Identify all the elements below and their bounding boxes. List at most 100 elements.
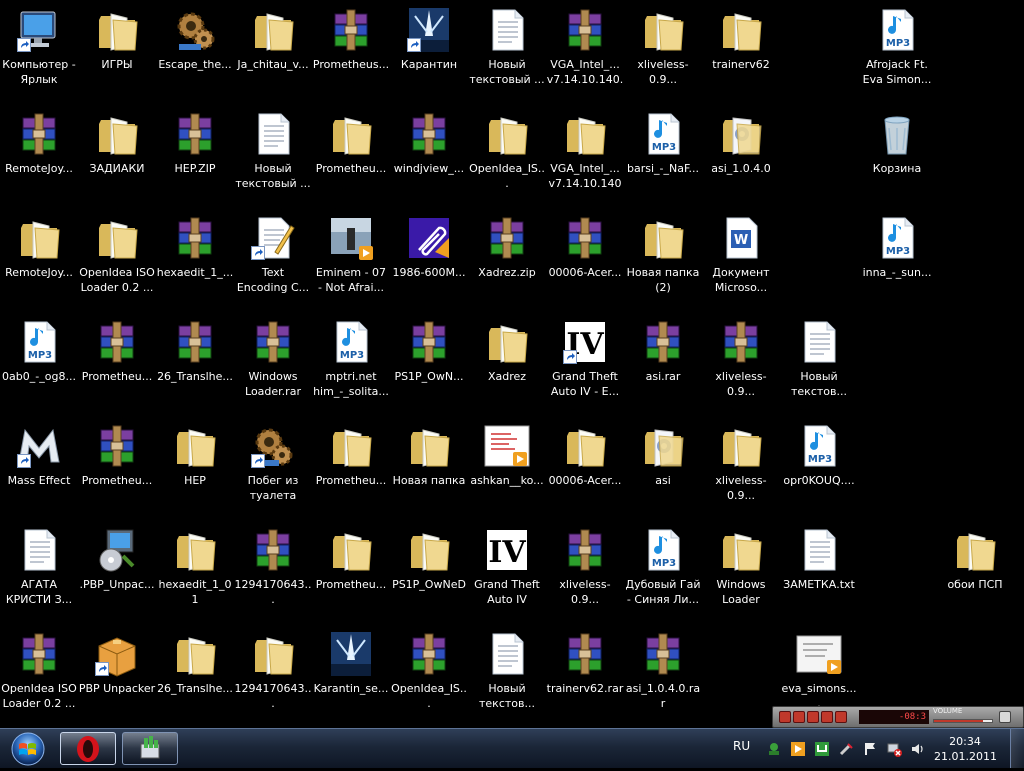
desktop-icon-folder[interactable]: Prometheu... [312, 416, 390, 520]
tray-action-center-icon[interactable] [862, 741, 878, 757]
desktop-icon-gta[interactable]: IV Grand Theft Auto IV [468, 520, 546, 624]
desktop-icon-folder[interactable]: HEP [156, 416, 234, 520]
desktop-icon-text[interactable]: Новый текстов... [468, 624, 546, 728]
media-player-bar[interactable]: -08:3 VOLUME [772, 706, 1024, 728]
desktop-icon-rar[interactable]: RemoteJoy... [0, 104, 78, 208]
tray-tools-icon[interactable] [838, 741, 854, 757]
desktop-icon-folder[interactable]: Windows Loader [702, 520, 780, 624]
desktop-icon-masseffect[interactable]: Mass Effect [0, 416, 78, 520]
taskbar-opera-button[interactable] [60, 732, 116, 765]
desktop-icon-folder[interactable]: Новая папка [390, 416, 468, 520]
desktop-icon-rar[interactable]: Prometheus... [312, 0, 390, 104]
desktop-icon-folder[interactable]: Prometheu... [312, 520, 390, 624]
desktop-icon-rar[interactable]: OpenIdea ISO Loader 0.2 ... [0, 624, 78, 728]
desktop-icon-gears[interactable]: Escape_the... [156, 0, 234, 104]
tray-torrent-icon[interactable] [814, 741, 830, 757]
desktop-icon-mp3[interactable]: MP3 inna_-_sun... [858, 208, 936, 312]
desktop-icon-folder[interactable]: OpenIdea ISO Loader 0.2 ... [78, 208, 156, 312]
desktop-icon-rar[interactable]: windjview_... [390, 104, 468, 208]
desktop-icon-text[interactable]: АГАТА КРИСТИ З... [0, 520, 78, 624]
desktop-icon-folder-gear[interactable]: asi [624, 416, 702, 520]
desktop-icon-folder[interactable]: 00006-Acer... [546, 416, 624, 520]
desktop-icon-folder[interactable]: Новая папка (2) [624, 208, 702, 312]
media-next-button[interactable] [835, 711, 847, 723]
desktop-icon-folder[interactable]: trainerv62 [702, 0, 780, 104]
desktop-icon-recycle[interactable]: Корзина [858, 104, 936, 208]
desktop-icon-folder[interactable]: ИГРЫ [78, 0, 156, 104]
desktop-icon-clip[interactable]: 1986-600M... [390, 208, 468, 312]
desktop[interactable]: Компьютер - Ярлык ИГРЫ Escape_the... Ja_chi… [0, 0, 1024, 728]
desktop-icon-text[interactable]: ЗАМЕТКА.txt [780, 520, 858, 624]
desktop-icon-gta[interactable]: IV Grand Theft Auto IV - E... [546, 312, 624, 416]
media-close-button[interactable] [999, 711, 1011, 723]
desktop-icon-rar[interactable]: asi_1.0.4.0.rar [624, 624, 702, 728]
taskbar-clock[interactable]: 20:34 21.01.2011 [934, 734, 997, 764]
desktop-icon-rar[interactable]: 00006-Acer... [546, 208, 624, 312]
language-indicator[interactable]: RU [733, 739, 750, 753]
desktop-icon-rar[interactable]: Xadrez.zip [468, 208, 546, 312]
desktop-icon-folder[interactable]: xliveless-0.9... [624, 0, 702, 104]
desktop-icon-text[interactable]: Новый текстовый ... [468, 0, 546, 104]
desktop-icon-rar[interactable]: asi.rar [624, 312, 702, 416]
desktop-icon-rar[interactable]: hexaedit_1_... [156, 208, 234, 312]
desktop-icon-rar[interactable]: xliveless-0.9... [546, 520, 624, 624]
desktop-icon-rar[interactable]: Prometheu... [78, 312, 156, 416]
desktop-icon-rar[interactable]: xliveless-0.9... [702, 312, 780, 416]
tray-network-icon[interactable] [766, 741, 782, 757]
media-pause-button[interactable] [807, 711, 819, 723]
desktop-icon-label: OpenIdea ISO Loader 0.2 ... [1, 682, 77, 710]
start-button[interactable] [4, 731, 52, 767]
tray-network-disconnected-icon[interactable] [886, 741, 902, 757]
taskbar-program-button[interactable] [122, 732, 178, 765]
desktop-icon-rar[interactable]: 1294170643... [234, 520, 312, 624]
desktop-icon-rar[interactable]: VGA_Intel_... v7.14.10.140... [546, 0, 624, 104]
media-play-button[interactable] [793, 711, 805, 723]
desktop-icon-rar[interactable]: Windows Loader.rar [234, 312, 312, 416]
desktop-icon-folder[interactable]: OpenIdea_IS... [468, 104, 546, 208]
desktop-icon-box[interactable]: PBP Unpacker [78, 624, 156, 728]
desktop-icon-text[interactable]: Новый текстов... [780, 312, 858, 416]
desktop-icon-folder[interactable]: 26_Translhe... [156, 624, 234, 728]
desktop-icon-rar[interactable]: Prometheu... [78, 416, 156, 520]
desktop-icon-mp3[interactable]: MP3 Afrojack Ft. Eva Simon... [858, 0, 936, 104]
desktop-icon-mp3[interactable]: MP3 mptri.net him_-_solita... [312, 312, 390, 416]
desktop-icon-folder[interactable]: 1294170643... [234, 624, 312, 728]
desktop-icon-installer[interactable]: .PBP_Unpac... [78, 520, 156, 624]
desktop-icon-rar[interactable]: HEP.ZIP [156, 104, 234, 208]
tray-media-icon[interactable] [790, 741, 806, 757]
folder-icon [951, 526, 999, 574]
desktop-icon-rar[interactable]: OpenIdea_IS... [390, 624, 468, 728]
tray-volume-icon[interactable] [910, 741, 926, 757]
desktop-icon-folder[interactable]: Xadrez [468, 312, 546, 416]
volume-slider[interactable] [933, 719, 993, 723]
desktop-icon-folder[interactable]: hexaedit_1_01 [156, 520, 234, 624]
desktop-icon-rar[interactable]: 26_Translhe... [156, 312, 234, 416]
desktop-icon-folder[interactable]: обои ПСП [936, 520, 1014, 624]
desktop-icon-image[interactable]: ashkan__ko... [468, 416, 546, 520]
show-desktop-button[interactable] [1010, 729, 1024, 768]
desktop-icon-textedit[interactable]: Text Encoding C... [234, 208, 312, 312]
desktop-icon-movie[interactable]: Карантин [390, 0, 468, 104]
desktop-icon-word[interactable]: W Документ Microso... [702, 208, 780, 312]
desktop-icon-folder[interactable]: VGA_Intel_... v7.14.10.1409 [546, 104, 624, 208]
desktop-icon-folder[interactable]: PS1P_OwNeD [390, 520, 468, 624]
desktop-icon-folder[interactable]: ЗАДИАКИ [78, 104, 156, 208]
media-prev-button[interactable] [779, 711, 791, 723]
desktop-icon-video[interactable]: Eminem - 07 - Not Afrai... [312, 208, 390, 312]
desktop-icon-text[interactable]: Новый текстовый ... [234, 104, 312, 208]
desktop-icon-mp3[interactable]: MP3 Дубовый Гай - Синяя Ли... [624, 520, 702, 624]
desktop-icon-folder[interactable]: xliveless-0.9... [702, 416, 780, 520]
desktop-icon-mp3[interactable]: MP3 opr0KOUQ.... [780, 416, 858, 520]
desktop-icon-rar[interactable]: trainerv62.rar [546, 624, 624, 728]
desktop-icon-mp3[interactable]: MP3 0ab0_-_og8... [0, 312, 78, 416]
desktop-icon-folder[interactable]: Prometheu... [312, 104, 390, 208]
desktop-icon-rar[interactable]: PS1P_OwN... [390, 312, 468, 416]
desktop-icon-mp3[interactable]: MP3 barsi_-_NaF... [624, 104, 702, 208]
desktop-icon-gears[interactable]: Побег из туалета [234, 416, 312, 520]
desktop-icon-folder[interactable]: Ja_chitau_v... [234, 0, 312, 104]
desktop-icon-computer[interactable]: Компьютер - Ярлык [0, 0, 78, 104]
desktop-icon-movie[interactable]: Karantin_se... [312, 624, 390, 728]
media-stop-button[interactable] [821, 711, 833, 723]
desktop-icon-folder[interactable]: RemoteJoy... [0, 208, 78, 312]
desktop-icon-folder-gear[interactable]: asi_1.0.4.0 [702, 104, 780, 208]
